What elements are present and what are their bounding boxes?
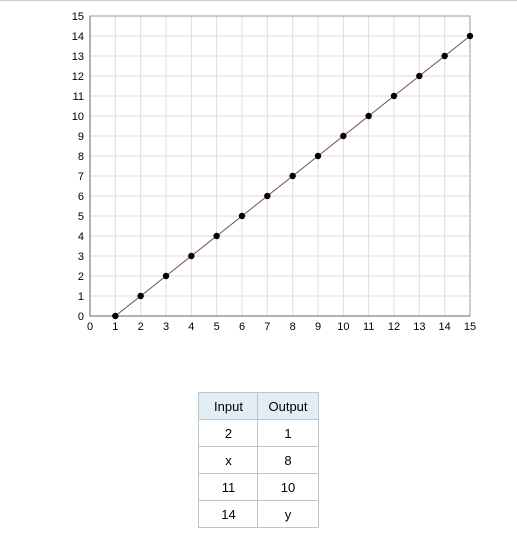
svg-text:14: 14 — [72, 31, 84, 43]
svg-text:12: 12 — [388, 321, 400, 333]
table-row: x 8 — [199, 447, 318, 474]
svg-text:14: 14 — [439, 321, 451, 333]
svg-text:10: 10 — [337, 321, 349, 333]
svg-text:7: 7 — [78, 171, 84, 183]
svg-text:9: 9 — [315, 321, 321, 333]
table-row: 14 y — [199, 501, 318, 528]
cell-output: 10 — [258, 474, 318, 501]
input-output-table: Input Output 2 1 x 8 11 10 14 — [198, 392, 318, 528]
cell-input: x — [199, 447, 258, 474]
cell-input: 14 — [199, 501, 258, 528]
cell-output: 1 — [258, 420, 318, 447]
cell-output: y — [258, 501, 318, 528]
svg-text:5: 5 — [78, 211, 84, 223]
svg-text:1: 1 — [112, 321, 118, 333]
svg-text:9: 9 — [78, 131, 84, 143]
table-header-input: Input — [199, 393, 258, 420]
svg-text:15: 15 — [72, 11, 84, 23]
svg-text:0: 0 — [78, 311, 84, 323]
svg-text:2: 2 — [138, 321, 144, 333]
svg-text:8: 8 — [78, 151, 84, 163]
svg-text:8: 8 — [290, 321, 296, 333]
svg-text:6: 6 — [239, 321, 245, 333]
table-row: 2 1 — [199, 420, 318, 447]
svg-text:4: 4 — [188, 321, 194, 333]
svg-text:5: 5 — [214, 321, 220, 333]
svg-text:13: 13 — [413, 321, 425, 333]
table-header-output: Output — [258, 393, 318, 420]
svg-text:1: 1 — [78, 291, 84, 303]
svg-text:3: 3 — [78, 251, 84, 263]
cell-input: 2 — [199, 420, 258, 447]
table-row: 11 10 — [199, 474, 318, 501]
svg-text:4: 4 — [78, 231, 84, 243]
svg-text:11: 11 — [73, 91, 84, 103]
svg-text:3: 3 — [163, 321, 169, 333]
svg-text:10: 10 — [72, 111, 84, 123]
svg-text:0: 0 — [87, 321, 93, 333]
svg-text:11: 11 — [363, 321, 374, 333]
svg-text:13: 13 — [72, 51, 84, 63]
cell-output: 8 — [258, 447, 318, 474]
svg-text:12: 12 — [72, 71, 84, 83]
svg-text:2: 2 — [78, 271, 84, 283]
svg-text:6: 6 — [78, 191, 84, 203]
svg-text:15: 15 — [464, 321, 476, 333]
svg-text:7: 7 — [264, 321, 270, 333]
cell-input: 11 — [199, 474, 258, 501]
scatter-line-chart: 0123456789101112131415012345678910111213… — [60, 11, 480, 341]
